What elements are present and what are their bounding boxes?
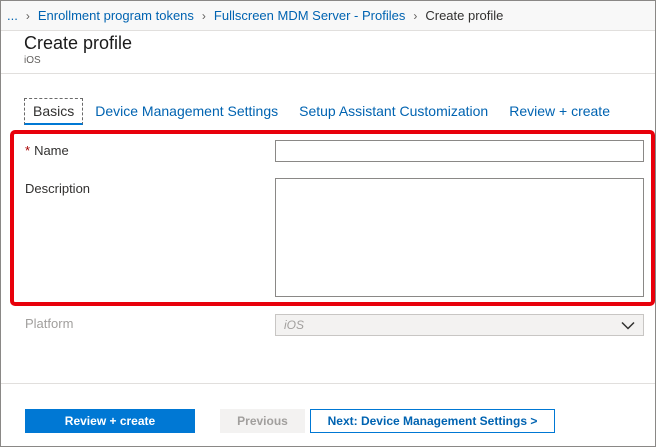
name-input[interactable] [275, 140, 644, 162]
tab-bar: Basics Device Management Settings Setup … [24, 97, 631, 125]
chevron-down-icon [621, 321, 635, 330]
header-divider [1, 73, 655, 74]
next-button[interactable]: Next: Device Management Settings > [310, 409, 555, 433]
name-label: * Name [25, 143, 69, 158]
chevron-right-icon: › [201, 8, 206, 23]
platform-label: Platform [25, 316, 74, 331]
platform-select: iOS [275, 314, 644, 336]
chevron-right-icon: › [25, 8, 30, 23]
previous-button[interactable]: Previous [220, 409, 305, 433]
platform-value: iOS [284, 318, 305, 332]
page-header: Create profile iOS [24, 33, 132, 66]
breadcrumb-current: Create profile [425, 8, 504, 23]
breadcrumb-enrollment-program-tokens[interactable]: Enrollment program tokens [38, 8, 194, 23]
description-label: Description [25, 181, 91, 196]
tab-basics[interactable]: Basics [24, 97, 84, 125]
description-textarea[interactable] [275, 178, 644, 297]
footer-divider [1, 383, 655, 384]
breadcrumb-mdm-server-profiles[interactable]: Fullscreen MDM Server - Profiles [214, 8, 405, 23]
required-marker: * [25, 143, 31, 158]
breadcrumb-ellipsis[interactable]: ... [7, 8, 18, 23]
tab-device-management-settings[interactable]: Device Management Settings [95, 103, 278, 119]
name-label-text: Name [34, 143, 69, 158]
page-title: Create profile [24, 33, 133, 53]
breadcrumb: ... › Enrollment program tokens › Fullsc… [1, 1, 655, 31]
review-create-button[interactable]: Review + create [25, 409, 195, 433]
tab-setup-assistant-customization[interactable]: Setup Assistant Customization [299, 103, 488, 119]
page-subtitle: iOS [24, 55, 41, 66]
tab-review-create[interactable]: Review + create [509, 103, 610, 119]
chevron-right-icon: › [413, 8, 418, 23]
